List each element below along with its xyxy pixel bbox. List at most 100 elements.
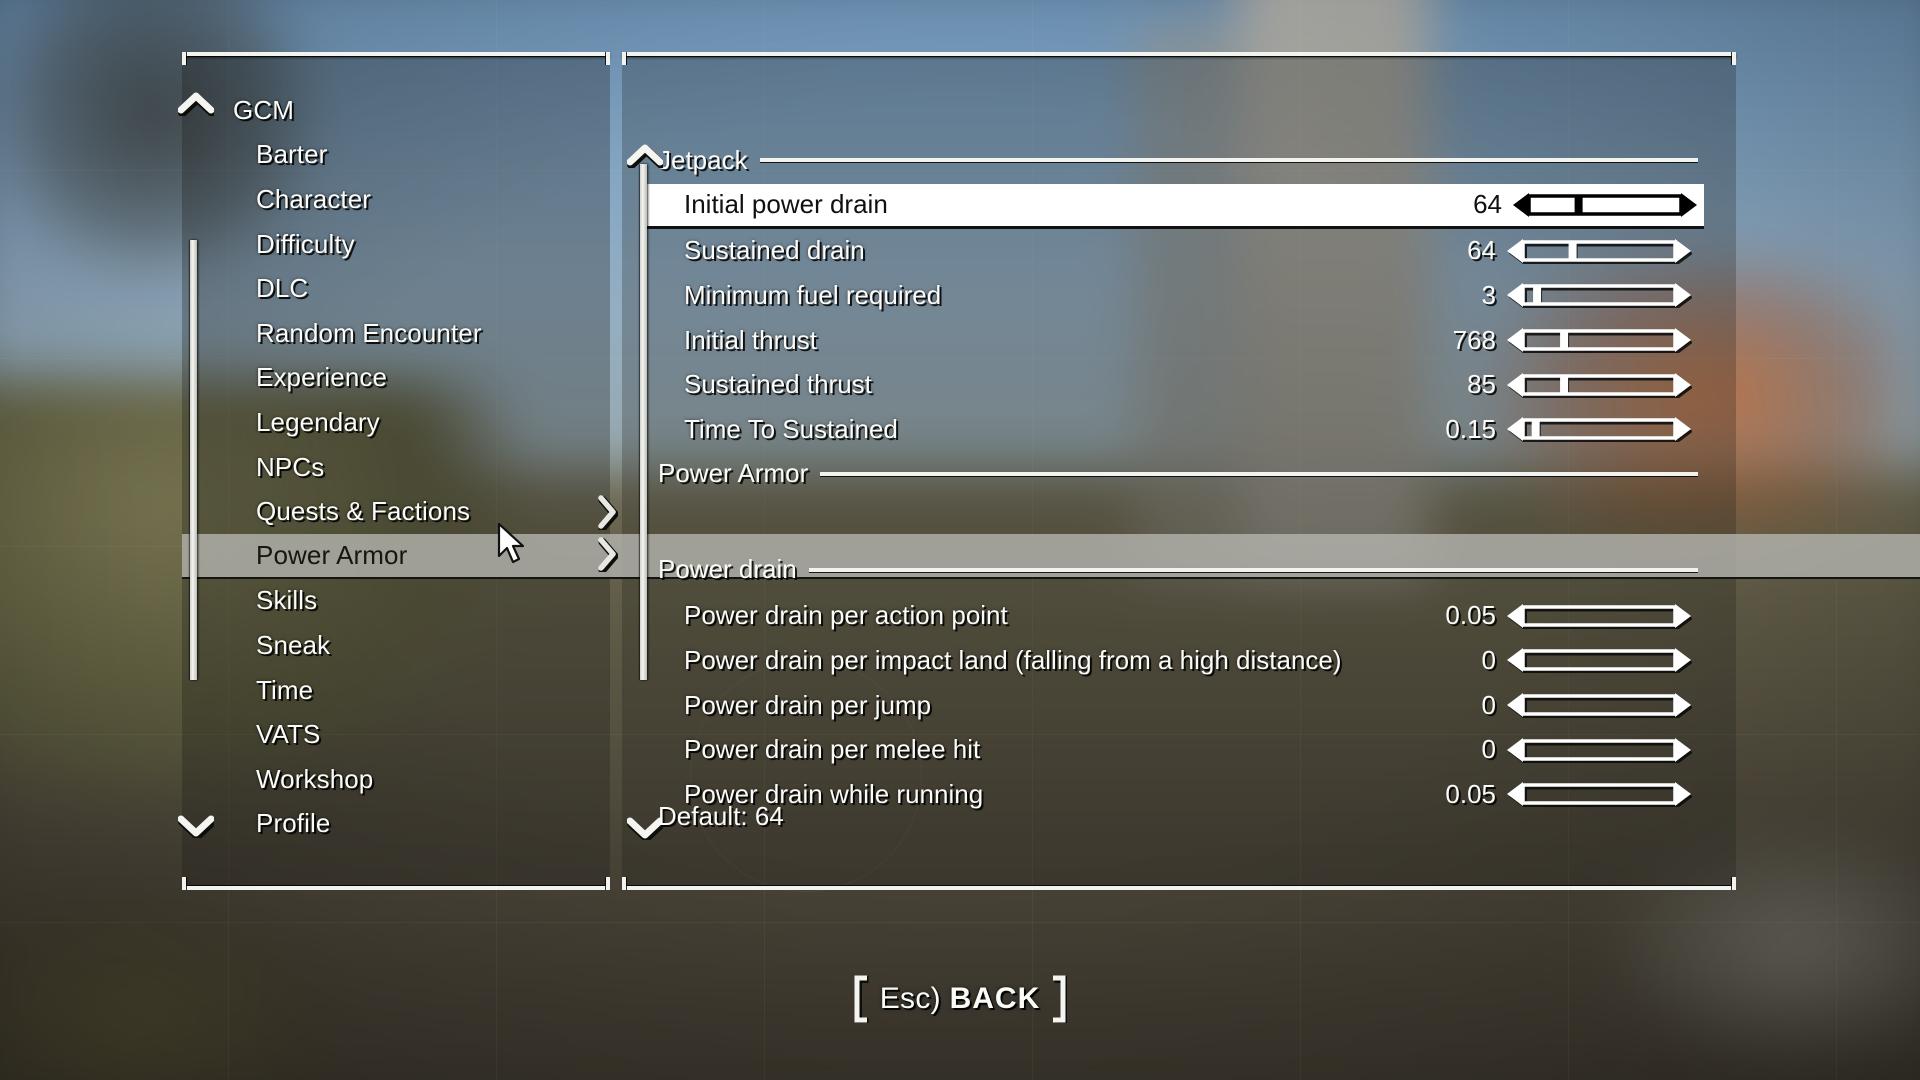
panel-top-edge bbox=[182, 52, 610, 56]
sidebar-item-label: Difficulty bbox=[256, 228, 355, 259]
settings-group-title: Jetpack bbox=[658, 144, 748, 175]
back-button[interactable]: Esc) BACK bbox=[0, 975, 1920, 1023]
setting-value: 0 bbox=[1481, 734, 1496, 765]
setting-slider[interactable] bbox=[1506, 327, 1692, 354]
setting-value: 0 bbox=[1481, 644, 1496, 675]
sidebar-item-label: Experience bbox=[256, 362, 388, 393]
back-button-label: Esc) BACK bbox=[874, 982, 1047, 1016]
setting-label: Minimum fuel required bbox=[684, 279, 942, 310]
corner-tick-bottom-left bbox=[622, 877, 626, 890]
bracket-left-icon bbox=[854, 975, 869, 1023]
default-value-note: Default: 64 bbox=[658, 801, 784, 831]
bracket-right-icon bbox=[1053, 975, 1068, 1023]
settings-content: Jetpack Initial power drain 64 Sustained dr… bbox=[644, 138, 1704, 817]
sidebar-item-label: Character bbox=[256, 183, 372, 214]
setting-value: 85 bbox=[1467, 369, 1496, 400]
sidebar-item-label: Power Armor bbox=[256, 539, 408, 570]
setting-row[interactable]: Minimum fuel required 3 bbox=[658, 273, 1698, 318]
settings-group-header: Jetpack bbox=[658, 138, 1698, 182]
sidebar-item-label: NPCs bbox=[256, 451, 325, 482]
setting-label: Initial thrust bbox=[684, 324, 817, 355]
setting-slider[interactable] bbox=[1506, 647, 1692, 674]
sidebar-item-label: Skills bbox=[256, 585, 318, 616]
setting-value: 768 bbox=[1452, 324, 1496, 355]
sidebar-item-label: Profile bbox=[256, 808, 331, 839]
setting-value: 64 bbox=[1473, 189, 1502, 220]
chevron-up-icon bbox=[178, 92, 214, 116]
sidebar-item-label: GCM bbox=[233, 94, 294, 125]
chevron-right-icon bbox=[598, 537, 618, 572]
panel-bottom-edge bbox=[622, 886, 1736, 890]
corner-tick-bottom-right bbox=[606, 877, 610, 890]
mouse-cursor bbox=[497, 522, 525, 564]
sidebar-item-label: Random Encounter bbox=[256, 317, 482, 348]
setting-value: 0.05 bbox=[1445, 600, 1496, 631]
sidebar-scroll-down-button[interactable] bbox=[178, 812, 214, 838]
back-key-label: Esc) bbox=[879, 982, 941, 1015]
corner-tick-top-left bbox=[622, 52, 626, 65]
setting-label: Power drain per jump bbox=[684, 689, 932, 720]
setting-slider[interactable] bbox=[1506, 416, 1692, 443]
settings-group-header: Power drain bbox=[658, 548, 1698, 592]
group-divider-rule bbox=[808, 567, 1698, 572]
setting-slider[interactable] bbox=[1506, 372, 1692, 398]
setting-label: Power drain per action point bbox=[684, 600, 1008, 631]
setting-row[interactable]: Power drain per action point 0.05 bbox=[658, 594, 1698, 639]
corner-tick-top-right bbox=[1732, 52, 1736, 65]
setting-value: 0 bbox=[1481, 689, 1496, 720]
settings-scroll-up-button[interactable] bbox=[627, 142, 663, 168]
sidebar-item-label: Legendary bbox=[256, 406, 380, 437]
setting-row[interactable]: Power drain per impact land (falling fro… bbox=[658, 638, 1698, 683]
setting-label: Sustained drain bbox=[684, 235, 865, 266]
settings-panel: Jetpack Initial power drain 64 Sustained dr… bbox=[622, 52, 1736, 890]
setting-row[interactable]: Power drain per melee hit 0 bbox=[658, 727, 1698, 772]
corner-tick-bottom-right bbox=[1732, 877, 1736, 890]
panel-bottom-edge bbox=[182, 886, 610, 890]
group-empty-spacer bbox=[658, 498, 1698, 548]
panel-top-edge bbox=[622, 52, 1736, 56]
chevron-up-icon bbox=[627, 144, 663, 168]
setting-row[interactable]: Initial thrust 768 bbox=[658, 318, 1698, 363]
setting-value: 64 bbox=[1467, 235, 1496, 266]
settings-scrollbar-thumb[interactable] bbox=[640, 164, 647, 680]
corner-tick-bottom-left bbox=[182, 877, 186, 890]
setting-slider[interactable] bbox=[1506, 781, 1692, 808]
sidebar-item-gcm[interactable]: GCM bbox=[196, 88, 1920, 133]
selection-indicator bbox=[596, 494, 618, 572]
corner-tick-top-right bbox=[606, 52, 610, 65]
setting-label: Power drain per melee hit bbox=[684, 734, 981, 765]
setting-slider[interactable] bbox=[1506, 238, 1692, 264]
setting-slider[interactable] bbox=[1506, 603, 1692, 629]
setting-row[interactable]: Initial power drain 64 bbox=[644, 184, 1704, 229]
setting-row[interactable]: Power drain while running 0.05 bbox=[658, 772, 1698, 817]
setting-row[interactable]: Sustained thrust 85 bbox=[658, 362, 1698, 407]
sidebar-scroll-up-button[interactable] bbox=[178, 90, 214, 116]
setting-label: Time To Sustained bbox=[684, 413, 898, 444]
sidebar-item-label: Barter bbox=[256, 139, 328, 170]
setting-label: Sustained thrust bbox=[684, 369, 872, 400]
sidebar-item-label: Quests & Factions bbox=[256, 496, 471, 527]
group-divider-rule bbox=[820, 471, 1698, 476]
sidebar-item-label: VATS bbox=[256, 719, 321, 750]
setting-label: Initial power drain bbox=[684, 189, 888, 220]
setting-value: 0.05 bbox=[1445, 778, 1496, 809]
setting-slider[interactable] bbox=[1506, 282, 1692, 309]
setting-label: Power drain per impact land (falling fro… bbox=[684, 644, 1342, 675]
setting-slider[interactable] bbox=[1512, 192, 1698, 218]
setting-row[interactable]: Power drain per jump 0 bbox=[658, 683, 1698, 728]
sidebar-item-label: Time bbox=[256, 674, 314, 705]
group-divider-rule bbox=[759, 158, 1698, 162]
corner-tick-top-left bbox=[182, 52, 186, 65]
sidebar-scrollbar-thumb[interactable] bbox=[190, 240, 197, 680]
setting-slider[interactable] bbox=[1506, 692, 1692, 719]
settings-group-title: Power Armor bbox=[658, 458, 809, 489]
setting-row[interactable]: Time To Sustained 0.15 bbox=[658, 407, 1698, 452]
setting-value: 3 bbox=[1481, 279, 1496, 310]
settings-group-title: Power drain bbox=[658, 554, 797, 585]
sidebar-item-label: Workshop bbox=[256, 763, 374, 794]
setting-row[interactable]: Sustained drain 64 bbox=[658, 229, 1698, 274]
sidebar-item-label: DLC bbox=[256, 273, 309, 304]
sidebar-item-label: Sneak bbox=[256, 629, 331, 660]
setting-slider[interactable] bbox=[1506, 737, 1692, 763]
setting-value: 0.15 bbox=[1445, 413, 1496, 444]
